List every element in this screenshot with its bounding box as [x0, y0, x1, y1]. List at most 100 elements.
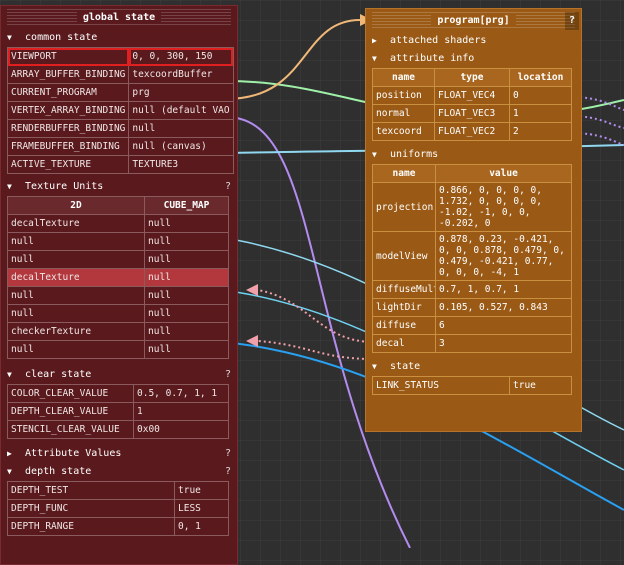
- expand-arrow-icon[interactable]: ▼: [7, 463, 19, 481]
- uniforms-label: uniforms: [390, 149, 439, 160]
- program-titlebar[interactable]: program[prg] ?: [372, 12, 579, 30]
- texture-units-label: Texture Units: [25, 181, 104, 192]
- global-state-titlebar[interactable]: global state: [7, 9, 231, 27]
- texture-2d: null: [7, 250, 145, 269]
- table-row: DEPTH_FUNC LESS: [7, 499, 229, 518]
- state-key: VIEWPORT: [6, 47, 130, 66]
- common-state-header[interactable]: ▼ common state: [1, 29, 237, 47]
- table-row: projection 0.866, 0, 0, 0, 0, 1.732, 0, 0…: [372, 182, 572, 232]
- attribute-info-header[interactable]: ▼ attribute info: [366, 50, 581, 68]
- collapse-arrow-icon[interactable]: ▶: [372, 32, 384, 50]
- table-row: ARRAY_BUFFER_BINDING texcoordBuffer: [6, 65, 234, 84]
- texture-2d: null: [7, 232, 145, 251]
- texture-2d: decalTexture: [7, 214, 145, 233]
- uniform-name: decal: [372, 334, 436, 353]
- column-header: name: [372, 164, 436, 183]
- wire-uniform-decal: [257, 340, 375, 360]
- attached-shaders-label: attached shaders: [390, 35, 487, 46]
- texture-2d: decalTexture: [7, 268, 145, 287]
- state-key: ARRAY_BUFFER_BINDING: [6, 65, 130, 84]
- expand-arrow-icon[interactable]: ▼: [372, 358, 384, 376]
- program-title: program[prg]: [431, 15, 516, 26]
- table-row: null null: [7, 340, 229, 359]
- expand-arrow-icon[interactable]: ▼: [7, 178, 19, 196]
- uniform-value: 3: [435, 334, 572, 353]
- attr-name: normal: [372, 104, 435, 123]
- state-label: state: [390, 361, 421, 372]
- state-key: DEPTH_CLEAR_VALUE: [7, 402, 134, 421]
- help-icon[interactable]: ?: [225, 178, 231, 196]
- table-row: FRAMEBUFFER_BINDING null (canvas): [6, 137, 234, 156]
- table-header-row: 2D CUBE_MAP: [7, 196, 229, 215]
- table-header-row: name type location: [372, 68, 572, 87]
- texture-cube: null: [144, 286, 229, 305]
- texture-cube: null: [144, 214, 229, 233]
- state-key: STENCIL_CLEAR_VALUE: [7, 420, 134, 439]
- state-value: 0, 0, 300, 150: [128, 47, 234, 66]
- texture-units-header[interactable]: ▼ Texture Units ?: [1, 178, 237, 196]
- global-state-panel[interactable]: global state ▼ common state VIEWPORT 0, …: [0, 5, 238, 565]
- attr-type: FLOAT_VEC4: [434, 86, 510, 105]
- state-header[interactable]: ▼ state: [366, 358, 581, 376]
- help-icon[interactable]: ?: [225, 463, 231, 481]
- uniforms-table: name value projection 0.866, 0, 0, 0, 0, …: [372, 164, 572, 353]
- clear-state-header[interactable]: ▼ clear state ?: [1, 366, 237, 384]
- table-row: checkerTexture null: [7, 322, 229, 341]
- state-value: null (canvas): [128, 137, 234, 156]
- state-key: LINK_STATUS: [372, 376, 510, 395]
- state-value: LESS: [174, 499, 229, 518]
- uniform-value: 6: [435, 316, 572, 335]
- state-value: prg: [128, 83, 234, 102]
- table-row: STENCIL_CLEAR_VALUE 0x00: [7, 420, 229, 439]
- attribute-info-table: name type location position FLOAT_VEC4 0 n…: [372, 68, 572, 141]
- table-row: texcoord FLOAT_VEC2 2: [372, 122, 572, 141]
- uniform-name: modelView: [372, 231, 436, 281]
- table-row: null null: [7, 304, 229, 323]
- table-row: modelView 0.878, 0.23, -0.421, 0, 0, 0.87…: [372, 231, 572, 281]
- state-value: 0.5, 0.7, 1, 1: [133, 384, 229, 403]
- state-key: RENDERBUFFER_BINDING: [6, 119, 130, 138]
- uniforms-header[interactable]: ▼ uniforms: [366, 146, 581, 164]
- table-row: CURRENT_PROGRAM prg: [6, 83, 234, 102]
- attached-shaders-header[interactable]: ▶ attached shaders: [366, 32, 581, 50]
- clear-state-label: clear state: [25, 369, 92, 380]
- state-value: 0x00: [133, 420, 229, 439]
- column-header: CUBE_MAP: [144, 196, 229, 215]
- uniform-value: 0.7, 1, 0.7, 1: [435, 280, 572, 299]
- collapse-arrow-icon[interactable]: ▶: [7, 445, 19, 463]
- uniform-value: 0.878, 0.23, -0.421, 0, 0, 0.878, 0.479,…: [435, 231, 572, 281]
- expand-arrow-icon[interactable]: ▼: [372, 146, 384, 164]
- column-header: value: [435, 164, 572, 183]
- table-row: normal FLOAT_VEC3 1: [372, 104, 572, 123]
- table-row: null null: [7, 286, 229, 305]
- wire-uniform-decal-arrow: [246, 335, 258, 347]
- state-value: null: [128, 119, 234, 138]
- help-icon[interactable]: ?: [565, 12, 579, 30]
- table-row: DEPTH_TEST true: [7, 481, 229, 500]
- state-value: null (default VAO: [128, 101, 234, 120]
- state-key: VERTEX_ARRAY_BINDING: [6, 101, 130, 120]
- attribute-values-header[interactable]: ▶ Attribute Values ?: [1, 445, 237, 463]
- wire-uniform-diffuse-arrow: [246, 284, 258, 296]
- expand-arrow-icon[interactable]: ▼: [372, 50, 384, 68]
- depth-state-header[interactable]: ▼ depth state ?: [1, 463, 237, 481]
- help-icon[interactable]: ?: [225, 366, 231, 384]
- table-row: DEPTH_CLEAR_VALUE 1: [7, 402, 229, 421]
- attr-type: FLOAT_VEC2: [434, 122, 510, 141]
- help-icon[interactable]: ?: [225, 445, 231, 463]
- attr-name: position: [372, 86, 435, 105]
- expand-arrow-icon[interactable]: ▼: [7, 366, 19, 384]
- table-row: null null: [7, 250, 229, 269]
- expand-arrow-icon[interactable]: ▼: [7, 29, 19, 47]
- table-row: null null: [7, 232, 229, 251]
- texture-cube: null: [144, 340, 229, 359]
- table-row: DEPTH_RANGE 0, 1: [7, 517, 229, 536]
- program-panel[interactable]: program[prg] ? ▶ attached shaders ▼ attr…: [365, 8, 582, 432]
- clear-state-table: COLOR_CLEAR_VALUE 0.5, 0.7, 1, 1 DEPTH_CL…: [7, 384, 229, 439]
- attr-location: 0: [509, 86, 572, 105]
- attr-location: 1: [509, 104, 572, 123]
- table-row: decal 3: [372, 334, 572, 353]
- table-row: RENDERBUFFER_BINDING null: [6, 119, 234, 138]
- table-row: decalTexture null: [7, 214, 229, 233]
- wire-uniform-diffuse: [257, 289, 375, 343]
